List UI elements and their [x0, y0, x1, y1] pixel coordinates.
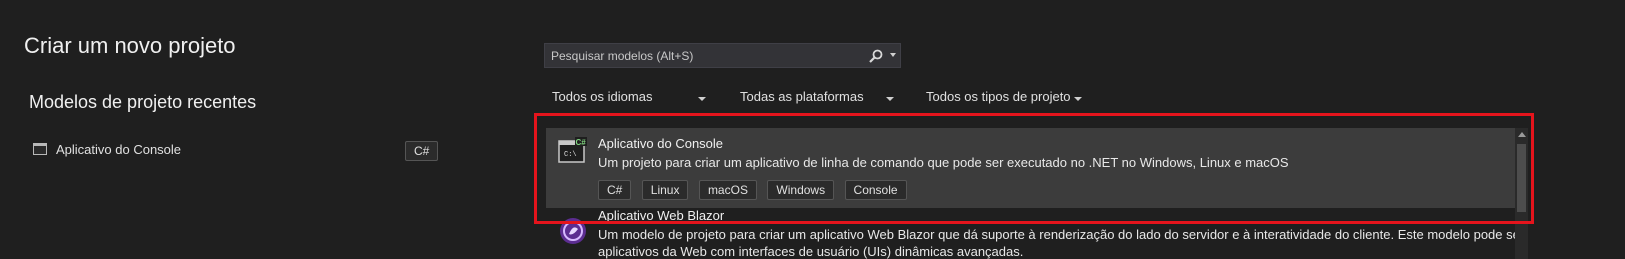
selection-highlight-box [534, 113, 1534, 224]
language-filter-dropdown[interactable]: Todos os idiomas [552, 89, 712, 111]
platform-filter-label: Todas as plataformas [740, 89, 864, 104]
template-description-line2: aplicativos da Web com interfaces de usu… [598, 244, 1024, 259]
chevron-down-icon [886, 97, 894, 101]
recent-template-label: Aplicativo do Console [56, 142, 182, 157]
project-type-filter-label: Todos os tipos de projeto [926, 89, 1071, 104]
page-title: Criar um novo projeto [24, 33, 236, 58]
chevron-down-icon [698, 97, 706, 101]
recent-template-item[interactable]: Aplicativo do Console C# [31, 141, 451, 161]
chevron-down-icon [1074, 97, 1082, 101]
console-app-icon [33, 143, 47, 155]
search-box[interactable] [544, 43, 901, 68]
recent-templates-heading: Modelos de projeto recentes [29, 92, 257, 112]
search-icon[interactable] [868, 48, 884, 64]
platform-filter-dropdown[interactable]: Todas as plataformas [740, 89, 900, 111]
search-options-chevron-icon[interactable] [890, 53, 896, 57]
project-type-filter-dropdown[interactable]: Todos os tipos de projeto [926, 89, 1086, 111]
recent-template-language-tag: C# [405, 141, 439, 161]
template-description: Um modelo de projeto para criar um aplic… [598, 227, 1515, 242]
language-filter-label: Todos os idiomas [552, 89, 653, 104]
search-input[interactable] [551, 47, 851, 64]
